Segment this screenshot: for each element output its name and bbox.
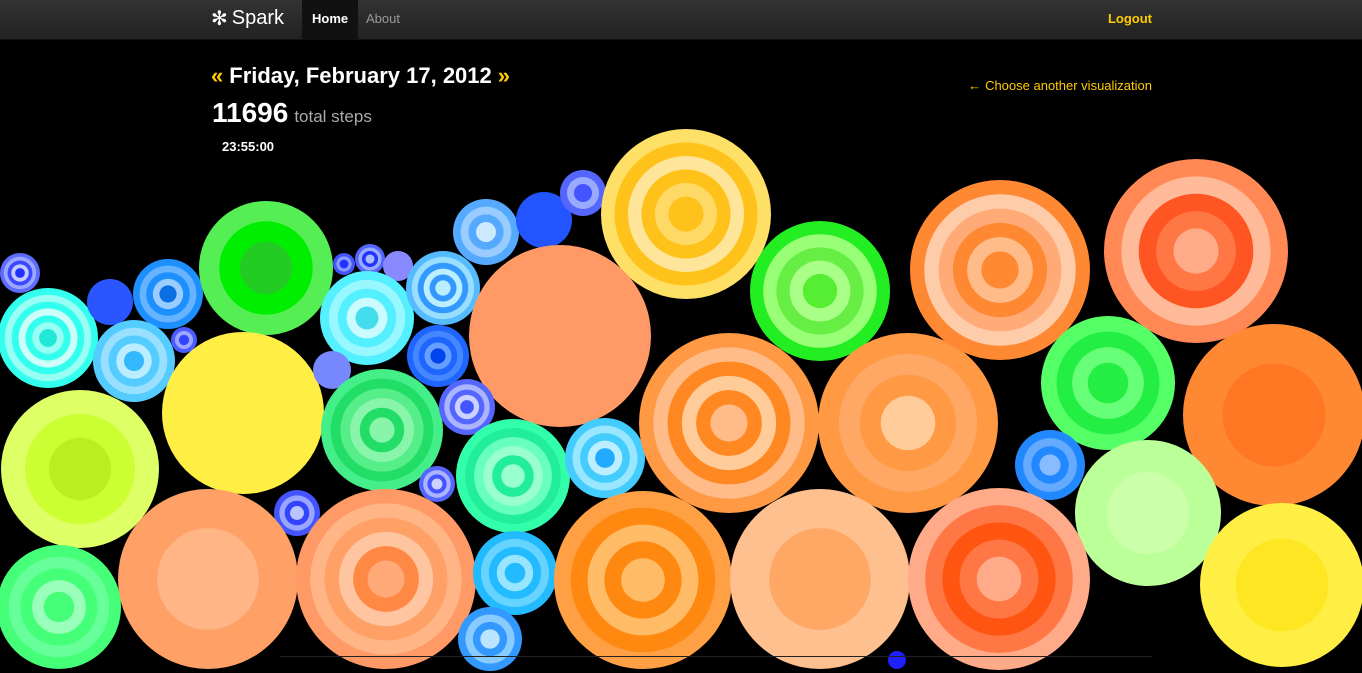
activity-bubble[interactable]: [639, 333, 819, 513]
activity-bubble[interactable]: [469, 245, 651, 427]
choose-visualization-link[interactable]: ← Choose another visualization: [968, 78, 1152, 93]
previous-day-arrow[interactable]: «: [211, 63, 223, 89]
activity-bubble[interactable]: [601, 129, 771, 299]
activity-bubble[interactable]: [87, 279, 133, 325]
left-arrow-icon: ←: [968, 78, 982, 93]
activity-bubble[interactable]: [133, 259, 203, 329]
activity-bubble[interactable]: [320, 271, 414, 365]
total-steps-count: 11696: [212, 97, 289, 128]
activity-bubble[interactable]: [171, 327, 197, 353]
timeline-baseline: [280, 656, 1152, 657]
activity-bubble[interactable]: [93, 320, 175, 402]
activity-bubble[interactable]: [118, 489, 298, 669]
activity-bubble[interactable]: [1075, 440, 1221, 586]
activity-bubble[interactable]: [554, 491, 732, 669]
activity-bubble[interactable]: [1200, 503, 1362, 667]
activity-bubble[interactable]: [560, 170, 606, 216]
activity-bubble[interactable]: [473, 531, 557, 615]
circle-visualization: [0, 129, 1362, 671]
activity-bubble[interactable]: [419, 466, 455, 502]
activity-bubble[interactable]: [162, 332, 324, 494]
activity-bubble[interactable]: [0, 253, 40, 293]
activity-bubble[interactable]: [406, 251, 480, 325]
time-readout: 23:55:00: [222, 139, 275, 154]
activity-bubble[interactable]: [908, 488, 1090, 670]
total-steps-label: total steps: [294, 107, 372, 126]
activity-bubble[interactable]: [1015, 430, 1085, 500]
activity-bubble[interactable]: [296, 489, 476, 669]
activity-bubble[interactable]: [0, 545, 121, 669]
current-date: Friday, February 17, 2012: [229, 63, 492, 88]
activity-bubble[interactable]: [199, 201, 333, 335]
activity-bubble[interactable]: [407, 325, 469, 387]
activity-bubble[interactable]: [0, 288, 98, 388]
activity-bubble[interactable]: [565, 418, 645, 498]
activity-bubble[interactable]: [1041, 316, 1175, 450]
activity-bubble[interactable]: [453, 199, 519, 265]
activity-bubble[interactable]: [456, 419, 570, 533]
activity-bubble[interactable]: [1104, 159, 1288, 343]
activity-bubble[interactable]: [333, 253, 355, 275]
activity-bubble[interactable]: [355, 244, 385, 274]
activity-bubble[interactable]: [888, 651, 906, 669]
activity-bubble[interactable]: [818, 333, 998, 513]
steps-summary: 11696 total steps: [212, 97, 372, 129]
next-day-arrow[interactable]: »: [498, 63, 510, 89]
activity-bubble[interactable]: [1, 390, 159, 548]
activity-bubble[interactable]: [730, 489, 910, 669]
choose-visualization-label: Choose another visualization: [985, 78, 1152, 93]
date-navigator: « Friday, February 17, 2012 »: [211, 63, 510, 89]
activity-bubble[interactable]: [910, 180, 1090, 360]
activity-bubble[interactable]: [750, 221, 890, 361]
activity-bubble[interactable]: [458, 607, 522, 671]
